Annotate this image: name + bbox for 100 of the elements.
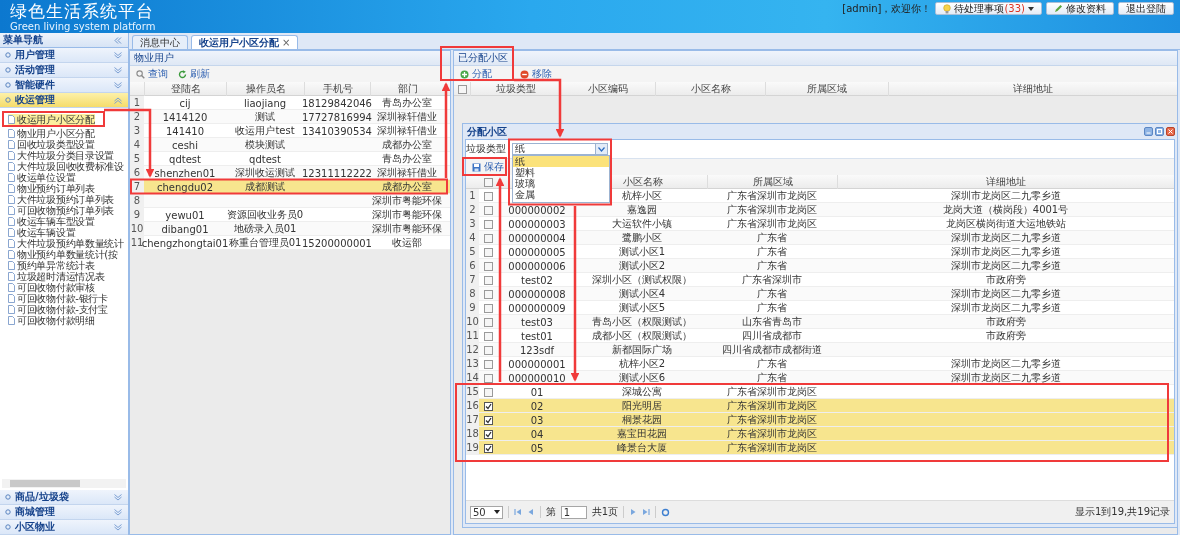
menu-item[interactable]: 物业预约订单列表	[8, 183, 128, 194]
table-row[interactable]: 19 05 峰景台大厦 广东省深圳市龙岗区	[466, 441, 1174, 455]
row-checkbox[interactable]	[483, 387, 493, 397]
row-checkbox[interactable]	[483, 331, 493, 341]
table-row[interactable]: 4 000000004 鹭鹏小区 广东省 深圳市龙岗区二九零乡道	[466, 231, 1174, 245]
row-checkbox[interactable]	[483, 401, 493, 411]
row-checkbox[interactable]	[483, 275, 493, 285]
column-header[interactable]: 小区编码	[560, 82, 655, 96]
table-row[interactable]: 15 01 深城公寓 广东省深圳市龙岗区	[466, 385, 1174, 399]
row-checkbox[interactable]	[483, 205, 493, 215]
column-header[interactable]: 垃圾类型	[470, 82, 560, 96]
menu-item[interactable]: 可回收物付款-银行卡	[8, 293, 128, 304]
column-header[interactable]: 小区名称	[655, 82, 765, 96]
row-checkbox[interactable]	[483, 373, 493, 383]
table-row[interactable]: 10 dibang01 地磅录入员01 深圳市粤能环保	[130, 222, 450, 236]
row-checkbox[interactable]	[483, 247, 493, 257]
table-row[interactable]: 11chengzhongtai01称重台管理员0115200000001 收运部	[130, 236, 450, 250]
tab[interactable]: 消息中心	[132, 35, 188, 49]
menu-section[interactable]: 商城管理	[0, 505, 128, 520]
row-checkbox[interactable]	[483, 415, 493, 425]
horizontal-scrollbar[interactable]	[2, 479, 126, 488]
menu-item[interactable]: 收运用户小区分配	[8, 114, 95, 125]
menu-item[interactable]: 大件垃圾预约单数量统计	[8, 238, 128, 249]
table-row[interactable]: 6 shenzhen01 深圳收运测试 12311112222 深圳禄轩借业	[130, 166, 450, 180]
menu-section[interactable]: 收运管理	[0, 93, 128, 108]
row-checkbox[interactable]	[483, 289, 493, 299]
close-icon[interactable]	[1166, 127, 1175, 136]
refresh-icon[interactable]	[661, 507, 671, 517]
table-row[interactable]: 13 000000001 杭梓小区2 广东省 深圳市龙岗区二九零乡道	[466, 357, 1174, 371]
remove-button[interactable]: 移除	[518, 67, 554, 81]
table-row[interactable]: 3 000000003 大运软件小镇 广东省深圳市龙岗区 龙岗区横岗街道大运地铁站	[466, 217, 1174, 231]
table-row[interactable]: 7 test02 深圳小区（测试权限） 广东省深圳市 市政府旁	[466, 273, 1174, 287]
row-checkbox[interactable]	[483, 345, 493, 355]
menu-item[interactable]: 大件垃圾预约订单列表	[8, 194, 128, 205]
table-row[interactable]: 1 cij liaojiang 18129842046 青岛办公室	[130, 96, 450, 110]
menu-item[interactable]: 收运车辆车型设置	[8, 216, 128, 227]
table-row[interactable]: 17 03 桐景花园 广东省深圳市龙岗区	[466, 413, 1174, 427]
menu-section[interactable]: 活动管理	[0, 63, 128, 78]
row-checkbox[interactable]	[483, 191, 493, 201]
table-row[interactable]: 10 test03 青岛小区（权限测试） 山东省青岛市 市政府旁	[466, 315, 1174, 329]
menu-item[interactable]: 收运单位设置	[8, 172, 128, 183]
menu-item[interactable]: 大件垃圾回收收费标准设	[8, 161, 128, 172]
row-checkbox[interactable]	[483, 359, 493, 369]
table-row[interactable]: 2 1414120 测试 17727816994 深圳禄轩借业	[130, 110, 450, 124]
table-row[interactable]: 4 ceshi 模块测试 成都办公室	[130, 138, 450, 152]
row-checkbox[interactable]	[483, 261, 493, 271]
menu-section[interactable]: 用户管理	[0, 48, 128, 63]
edit-profile-button[interactable]: 修改资料	[1046, 2, 1114, 15]
dropdown-option[interactable]: 塑料	[513, 167, 609, 178]
collapse-icon[interactable]	[114, 36, 122, 44]
menu-item[interactable]: 垃圾超时清运情况表	[8, 271, 128, 282]
page-size-select[interactable]: 50	[470, 505, 503, 519]
column-header[interactable]: 所属区域	[765, 82, 888, 96]
row-checkbox[interactable]	[483, 317, 493, 327]
menu-section[interactable]: 智能硬件	[0, 78, 128, 93]
logout-button[interactable]: 退出登陆	[1118, 2, 1174, 15]
add-button[interactable]: 分配	[458, 67, 494, 81]
table-row[interactable]: 11 test01 成都小区（权限测试） 四川省成都市 市政府旁	[466, 329, 1174, 343]
maximize-icon[interactable]	[1155, 127, 1164, 136]
table-row[interactable]: 5 qdtest qdtest 青岛办公室	[130, 152, 450, 166]
menu-item[interactable]: 大件垃圾分类目录设置	[8, 150, 128, 161]
save-button[interactable]: 保存	[470, 160, 506, 174]
table-row[interactable]: 9 000000009 测试小区5 广东省 深圳市龙岗区二九零乡道	[466, 301, 1174, 315]
row-checkbox[interactable]	[483, 219, 493, 229]
page-input[interactable]: 1	[560, 505, 587, 519]
table-row[interactable]: 18 04 嘉宝田花园 广东省深圳市龙岗区	[466, 427, 1174, 441]
table-row[interactable]: 3 141410 收运用户test 13410390534 深圳禄轩借业	[130, 124, 450, 138]
dropdown-option[interactable]: 纸	[513, 156, 609, 167]
dropdown-option[interactable]: 金属	[513, 189, 609, 200]
menu-item[interactable]: 可回收物付款审核	[8, 282, 128, 293]
row-checkbox[interactable]	[483, 443, 493, 453]
menu-item[interactable]: 物业预约单数量统计(按	[8, 249, 128, 260]
refresh-button[interactable]: 刷新	[176, 67, 212, 81]
menu-item[interactable]: 回收垃圾类型设置	[8, 139, 128, 150]
minimize-icon[interactable]	[1144, 127, 1153, 136]
menu-item[interactable]: 物业用户小区分配	[8, 128, 128, 139]
search-button[interactable]: 查询	[134, 67, 170, 81]
table-row[interactable]: 8 000000008 测试小区4 广东省 深圳市龙岗区二九零乡道	[466, 287, 1174, 301]
todo-button[interactable]: 待处理事项(33)	[935, 2, 1042, 15]
row-checkbox[interactable]	[483, 303, 493, 313]
select-all-checkbox[interactable]	[483, 177, 493, 187]
table-row[interactable]: 2 000000002 嘉逸园 广东省深圳市龙岗区 龙岗大道（横岗段）4001号	[466, 203, 1174, 217]
table-row[interactable]: 5 000000005 测试小区1 广东省 深圳市龙岗区二九零乡道	[466, 245, 1174, 259]
menu-section[interactable]: 小区物业	[0, 520, 128, 535]
last-page-icon[interactable]	[642, 508, 651, 516]
menu-item[interactable]: 可回收物预约订单列表	[8, 205, 128, 216]
previous-page-icon[interactable]	[526, 508, 535, 516]
next-page-icon[interactable]	[629, 508, 638, 516]
table-row[interactable]: 9 yewu01 资源回收业务员0 深圳市粤能环保	[130, 208, 450, 222]
table-row[interactable]: 16 02 阳光明居 广东省深圳市龙岗区	[466, 399, 1174, 413]
select-all-checkbox[interactable]	[457, 84, 467, 94]
column-header[interactable]: 详细地址	[888, 82, 1177, 96]
row-checkbox[interactable]	[483, 429, 493, 439]
menu-section[interactable]: 商品/垃圾袋	[0, 490, 128, 505]
menu-item[interactable]: 可回收物付款明细	[8, 315, 128, 326]
menu-item[interactable]: 收运车辆设置	[8, 227, 128, 238]
tab[interactable]: 收运用户小区分配 ×	[191, 35, 299, 49]
menu-item[interactable]: 可回收物付款-支付宝	[8, 304, 128, 315]
table-row[interactable]: 12 123sdf 新都国际广场 四川省成都市成都街道	[466, 343, 1174, 357]
row-checkbox[interactable]	[483, 233, 493, 243]
